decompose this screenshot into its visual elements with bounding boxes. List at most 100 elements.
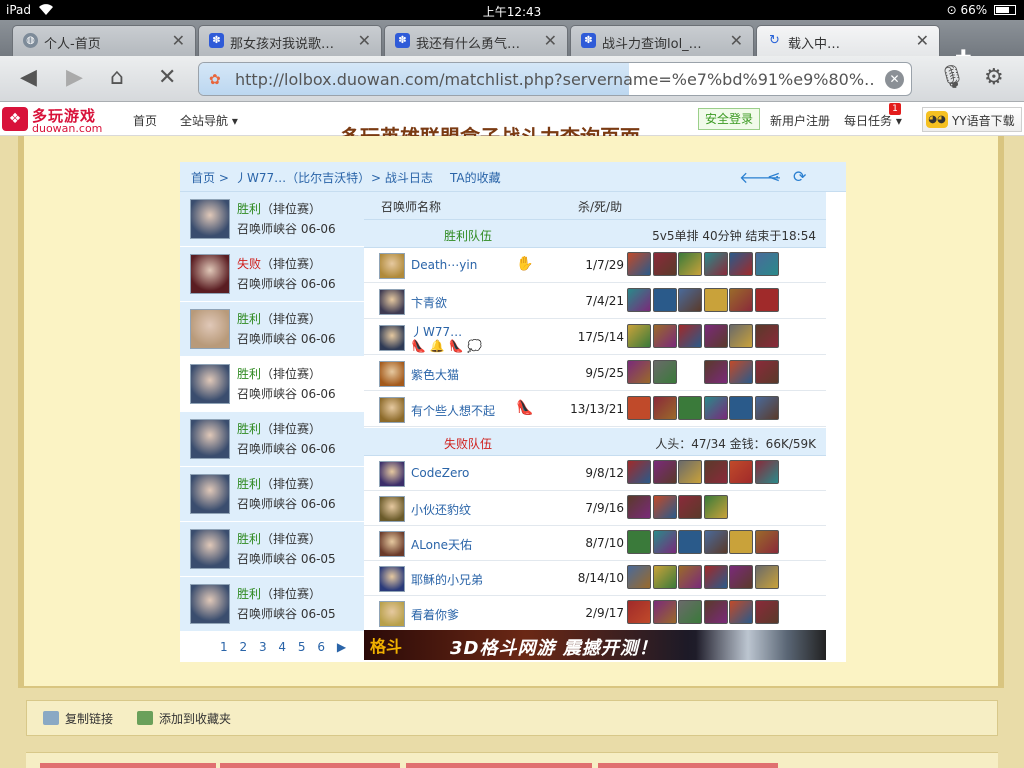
address-bar[interactable]: ✿ http://lolbox.duowan.com/matchlist.php… <box>198 62 912 96</box>
stop-button[interactable]: ✕ <box>158 65 176 90</box>
item-icon[interactable] <box>703 360 728 384</box>
tab-loading[interactable]: ↻ 载入中… ✕ <box>756 25 940 57</box>
item-icon[interactable] <box>678 600 702 624</box>
yy-download-button[interactable]: ◕◕ YY语音下载 <box>922 107 1022 132</box>
item-icon[interactable] <box>754 288 779 312</box>
item-icon[interactable] <box>729 460 753 484</box>
summoner-name-link[interactable]: 丿W77… <box>411 323 462 340</box>
item-icon[interactable] <box>703 460 728 484</box>
page-link[interactable]: 3 <box>259 640 267 654</box>
item-icon[interactable] <box>652 530 677 554</box>
item-icon[interactable] <box>652 460 677 484</box>
item-icon[interactable] <box>754 565 779 589</box>
page-link[interactable]: 5 <box>298 640 306 654</box>
safe-login-button[interactable]: 安全登录 <box>698 108 760 130</box>
bottom-tab[interactable] <box>220 763 400 768</box>
close-icon[interactable]: ✕ <box>730 31 743 50</box>
item-icon[interactable] <box>754 600 779 624</box>
item-icon[interactable] <box>703 495 728 519</box>
bottom-tab[interactable] <box>40 763 216 768</box>
item-icon[interactable] <box>703 252 728 276</box>
summoner-name-link[interactable]: 紫色大猫 <box>411 366 459 383</box>
item-icon[interactable] <box>652 324 677 348</box>
item-icon[interactable] <box>754 360 779 384</box>
match-list-item[interactable]: 胜利（排位赛） 召唤师峡谷 06-06 <box>180 357 364 412</box>
item-icon[interactable] <box>754 252 779 276</box>
match-list-item[interactable]: 胜利（排位赛） 召唤师峡谷 06-05 <box>180 577 364 632</box>
item-icon[interactable] <box>729 324 753 348</box>
item-icon[interactable] <box>627 396 651 420</box>
item-icon[interactable] <box>652 600 677 624</box>
microphone-icon[interactable]: 🎙 <box>938 65 966 90</box>
breadcrumb-favorites[interactable]: TA的收藏 <box>450 169 501 186</box>
item-icon[interactable] <box>678 460 702 484</box>
item-icon[interactable] <box>729 252 753 276</box>
item-icon[interactable] <box>703 565 728 589</box>
item-icon[interactable] <box>652 360 677 384</box>
item-icon[interactable] <box>652 252 677 276</box>
breadcrumb-battle-log[interactable]: > 战斗日志 <box>371 169 433 186</box>
back-button[interactable]: ◀ <box>20 65 37 90</box>
match-list-item[interactable]: 胜利（排位赛） 召唤师峡谷 06-05 <box>180 522 364 577</box>
item-icon[interactable] <box>627 360 651 384</box>
url-text[interactable]: http://lolbox.duowan.com/matchlist.php?s… <box>235 70 875 89</box>
home-button[interactable]: ⌂ <box>110 65 124 90</box>
item-icon[interactable] <box>652 288 677 312</box>
summoner-name-link[interactable]: 有个些人想不起 <box>411 402 495 419</box>
close-icon[interactable]: ✕ <box>172 31 185 50</box>
match-list-item[interactable]: 胜利（排位赛） 召唤师峡谷 06-06 <box>180 412 364 467</box>
register-link[interactable]: 新用户注册 <box>770 112 830 129</box>
match-list-item[interactable]: 胜利（排位赛） 召唤师峡谷 06-06 <box>180 467 364 522</box>
close-icon[interactable]: ✕ <box>358 31 371 50</box>
item-icon[interactable] <box>678 396 702 420</box>
nav-home-link[interactable]: 首页 <box>133 112 157 129</box>
item-icon[interactable] <box>627 565 651 589</box>
item-icon[interactable] <box>652 565 677 589</box>
item-icon[interactable] <box>729 530 753 554</box>
item-icon[interactable] <box>627 530 651 554</box>
gear-icon[interactable]: ⚙ <box>984 65 1004 90</box>
summoner-name-link[interactable]: 耶稣的小兄弟 <box>411 571 483 588</box>
item-icon[interactable] <box>678 565 702 589</box>
item-icon[interactable] <box>703 530 728 554</box>
item-icon[interactable] <box>703 600 728 624</box>
tab-courage[interactable]: ✽ 我还有什么勇气… ✕ <box>384 25 568 56</box>
tab-personal-home[interactable]: ◍ 个人-首页 ✕ <box>12 25 196 56</box>
close-icon[interactable]: ✕ <box>916 31 929 50</box>
summoner-name-link[interactable]: Death⋯yin <box>411 258 477 272</box>
refresh-icon[interactable]: ⟳ <box>793 167 806 186</box>
item-icon[interactable] <box>652 495 677 519</box>
share-icon[interactable]: ⋖ <box>767 167 780 186</box>
bottom-tab[interactable] <box>406 763 592 768</box>
item-icon[interactable] <box>754 396 779 420</box>
summoner-name-link[interactable]: CodeZero <box>411 466 469 480</box>
item-icon[interactable] <box>754 460 779 484</box>
add-favorite-button[interactable]: 添加到收藏夹 <box>137 710 231 727</box>
item-icon[interactable] <box>754 324 779 348</box>
item-icon[interactable] <box>703 396 728 420</box>
next-page-icon[interactable]: ▶ <box>337 640 346 654</box>
item-icon[interactable] <box>627 495 651 519</box>
match-list-item[interactable]: 胜利（排位赛） 召唤师峡谷 06-06 <box>180 302 364 357</box>
summoner-name-link[interactable]: ALone天佑 <box>411 536 472 553</box>
forward-button[interactable]: ▶ <box>66 65 83 90</box>
close-icon[interactable]: ✕ <box>544 31 557 50</box>
bottom-tab[interactable] <box>598 763 778 768</box>
page-link[interactable]: 4 <box>278 640 286 654</box>
item-icon[interactable] <box>627 252 651 276</box>
item-icon[interactable] <box>729 565 753 589</box>
match-list-item[interactable]: 失败（排位赛） 召唤师峡谷 06-06 <box>180 247 364 302</box>
item-icon[interactable] <box>678 495 702 519</box>
tab-song[interactable]: ✽ 那女孩对我说歌… ✕ <box>198 25 382 56</box>
summoner-name-link[interactable]: 小伙还豹纹 <box>411 501 471 518</box>
item-icon[interactable] <box>627 288 651 312</box>
page-link[interactable]: 6 <box>317 640 325 654</box>
ad-banner[interactable]: 格斗 3D格斗网游 震撼开测！ <box>364 630 826 660</box>
item-icon[interactable] <box>678 530 702 554</box>
clear-url-button[interactable]: ✕ <box>885 70 904 89</box>
item-icon[interactable] <box>729 396 753 420</box>
site-nav-menu[interactable]: 全站导航 ▾ <box>180 112 238 129</box>
page-link[interactable]: 1 <box>220 640 228 654</box>
item-icon[interactable] <box>678 324 702 348</box>
page-link[interactable]: 2 <box>239 640 247 654</box>
